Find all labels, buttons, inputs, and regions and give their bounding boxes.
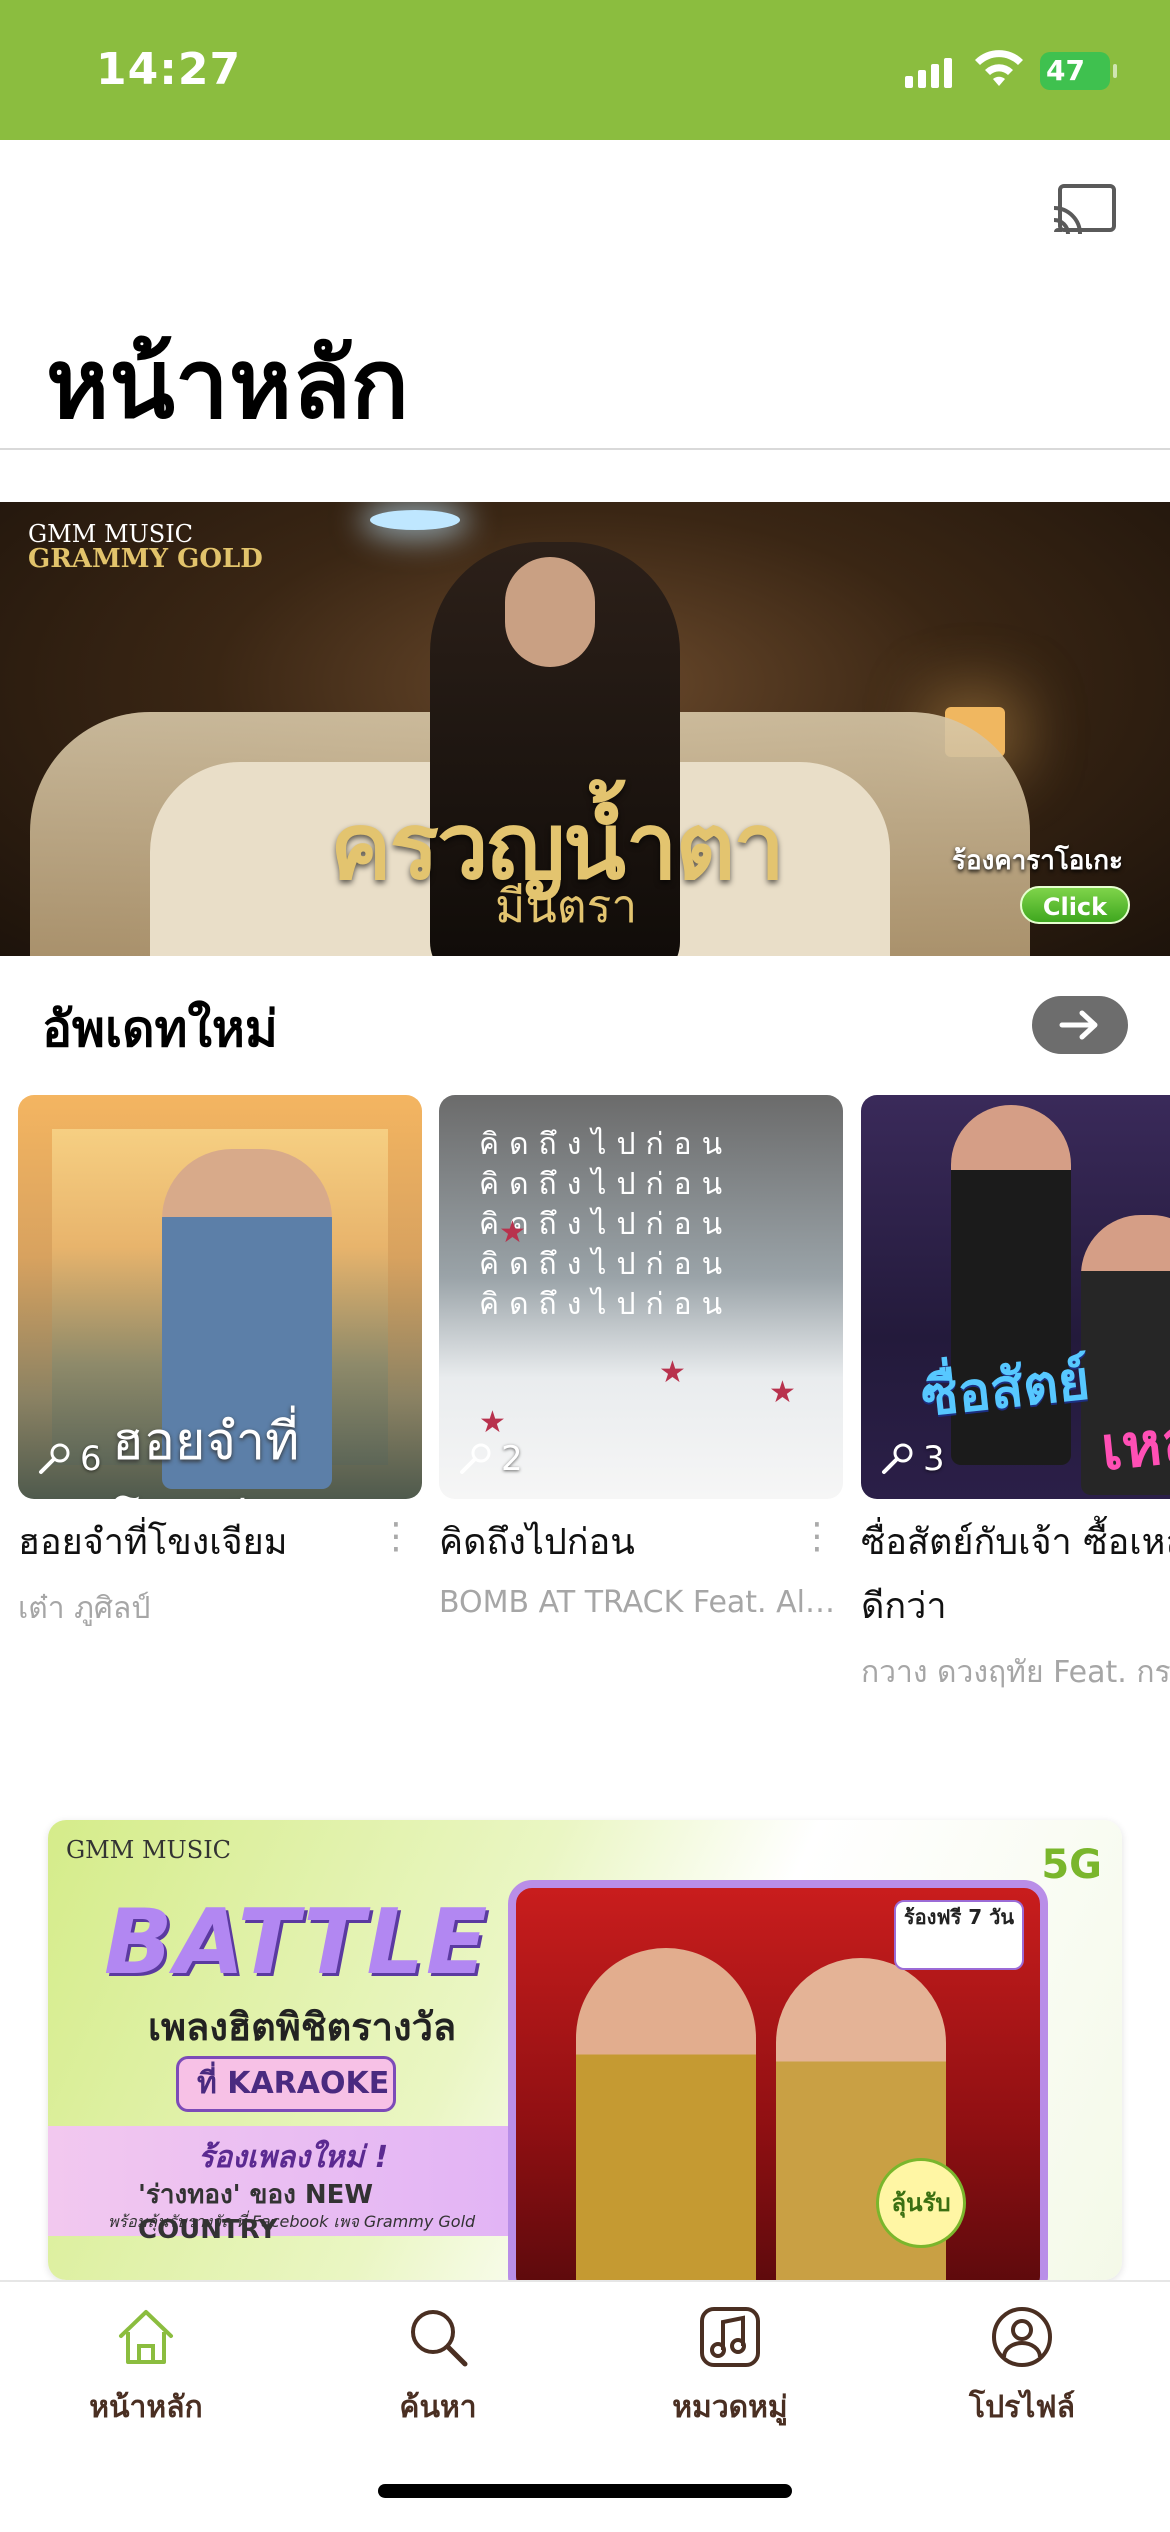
cellular-signal-icon: [905, 58, 952, 88]
page-title: หน้าหลัก: [46, 328, 410, 440]
promo-artist: [576, 1948, 756, 2280]
tab-profile-label: โปรไฟล์: [969, 2390, 1075, 2425]
tab-home-label: หน้าหลัก: [89, 2390, 203, 2425]
song-card[interactable]: ซื่อสัตย์ เหล้า 3 ซื่อสัตย์กับเจ้า ซื้อเ…: [861, 1095, 1170, 1696]
microphone-icon: [39, 1443, 70, 1474]
promo-subhead: เพลงฮิตพิชิตรางวัล: [148, 2005, 457, 2049]
profile-icon: [992, 2307, 1052, 2367]
sing-count: 2: [457, 1439, 523, 1479]
battery-level: 47: [1046, 54, 1085, 87]
microphone-icon: [882, 1443, 913, 1474]
song-cover[interactable]: คิดถึงไปก่อน คิดถึงไปก่อน คิดถึงไปก่อน ค…: [439, 1095, 843, 1499]
sing-count-value: 3: [923, 1439, 945, 1479]
song-title[interactable]: ฮอยจำที่โขงเจียม: [18, 1511, 422, 1575]
section-title-new-updates: อัพเดทใหม่: [42, 1000, 278, 1058]
featured-banner[interactable]: GMM MUSIC GRAMMY GOLD ครวญน้ำตา มีนตรา ร…: [0, 502, 1170, 956]
banner-brand-gold: GRAMMY GOLD: [28, 544, 263, 574]
banner-artist-face: [505, 557, 595, 667]
song-artist[interactable]: กวาง ดวงฤทัย Feat. กระ: [861, 1649, 1170, 1696]
microphone-icon: [460, 1443, 491, 1474]
banner-click-button[interactable]: Click: [1020, 886, 1130, 924]
cover-text-line: คิดถึงไปก่อน: [479, 1247, 733, 1282]
song-title-line2[interactable]: ดีกว่า: [861, 1575, 1170, 1639]
status-time: 14:27: [96, 44, 242, 95]
cover-text: เหล้า: [1097, 1401, 1170, 1485]
sing-count: 3: [879, 1439, 945, 1479]
music-note-icon: [700, 2307, 760, 2367]
promo-new-song-panel: ร้องเพลงใหม่ ! 'ร่างทอง' ของ NEW COUNTRY…: [48, 2126, 508, 2245]
cover-text-line: คิดถึงไปก่อน: [479, 1287, 733, 1322]
promo-prize-badge: ลุ้นรับ: [876, 2158, 966, 2248]
promo-fine-print: พร้อมลุ้นรับรางวัล ที่ Facebook เพจ Gram…: [108, 2212, 476, 2231]
tab-profile[interactable]: โปรไฟล์: [912, 2302, 1132, 2431]
promo-network-logo: 5G: [1041, 1842, 1102, 1888]
banner-brand-gmm: GMM MUSIC: [28, 520, 194, 548]
cover-text-line: คิดถึงไปก่อน: [479, 1167, 733, 1202]
star-decoration: ★: [769, 1375, 796, 1410]
song-cover[interactable]: ซื่อสัตย์ เหล้า 3: [861, 1095, 1170, 1499]
cover-text-line: คิดถึงไปก่อน: [479, 1127, 733, 1162]
more-options-icon[interactable]: ⋮: [799, 1519, 835, 1555]
search-icon: [411, 2310, 468, 2367]
tab-home[interactable]: หน้าหลัก: [36, 2302, 256, 2431]
wifi-icon: [975, 50, 1023, 86]
promo-brand-logo: GMM MUSIC: [66, 1836, 232, 1864]
song-artist[interactable]: เต๋า ภูศิลป์: [18, 1585, 422, 1632]
sing-count: 6: [36, 1439, 102, 1479]
promo-headline: BATTLE: [104, 1890, 490, 1995]
tab-search[interactable]: ค้นหา: [328, 2302, 548, 2431]
cover-photo: ฮอยจำที่ โขงเจียม: [52, 1129, 388, 1499]
see-all-arrow-button[interactable]: [1032, 996, 1128, 1054]
banner-karaoke-label: ร้องคาราโอเกะ: [952, 846, 1124, 876]
header-divider: [0, 448, 1170, 450]
cover-text: ฮอยจำที่ โขงเจียม: [112, 1412, 314, 1499]
song-artist[interactable]: BOMB AT TRACK Feat. Alien Safeplanet: [439, 1585, 843, 1620]
promo-banner[interactable]: GMM MUSIC 5G BATTLE เพลงฮิตพิชิตรางวัล ท…: [48, 1820, 1122, 2280]
more-options-icon[interactable]: ⋮: [378, 1519, 414, 1555]
banner-brand-logo: GMM MUSIC GRAMMY GOLD: [28, 522, 263, 572]
sing-count-value: 2: [501, 1439, 523, 1479]
song-cover[interactable]: ฮอยจำที่ โขงเจียม 6: [18, 1095, 422, 1499]
tab-category-label: หมวดหมู่: [672, 2390, 788, 2425]
arrow-right-icon: [1059, 1010, 1098, 1040]
home-icon: [119, 2310, 173, 2364]
tab-search-label: ค้นหา: [399, 2390, 477, 2425]
promo-photo: ร้องฟรี 7 วัน ลุ้นรับ: [508, 1880, 1048, 2280]
song-title[interactable]: คิดถึงไปก่อน: [439, 1511, 843, 1575]
banner-artist-name: มีนตรา: [495, 879, 638, 933]
song-title[interactable]: ซื่อสัตย์กับเจ้า ซื้อเหล้า: [861, 1511, 1170, 1575]
status-bar: 14:27 47: [0, 0, 1170, 140]
cast-icon[interactable]: [1052, 182, 1118, 236]
star-decoration: ★: [659, 1355, 686, 1390]
promo-karaoke-badge: ที่ KARAOKE: [176, 2056, 396, 2112]
song-card[interactable]: คิดถึงไปก่อน คิดถึงไปก่อน คิดถึงไปก่อน ค…: [439, 1095, 843, 1620]
cover-text: ซื่อสัตย์: [918, 1348, 1093, 1429]
star-decoration: ★: [479, 1405, 506, 1440]
promo-free-tag: ร้องฟรี 7 วัน: [894, 1900, 1024, 1970]
star-decoration: ★: [499, 1215, 526, 1250]
tab-category[interactable]: หมวดหมู่: [620, 2302, 840, 2431]
home-indicator: [378, 2484, 792, 2498]
battery-icon: 47: [1040, 52, 1117, 90]
banner-light: [370, 510, 460, 530]
song-card[interactable]: ฮอยจำที่ โขงเจียม 6 ฮอยจำที่โขงเจียม เต๋…: [18, 1095, 422, 1632]
sing-count-value: 6: [80, 1439, 102, 1479]
